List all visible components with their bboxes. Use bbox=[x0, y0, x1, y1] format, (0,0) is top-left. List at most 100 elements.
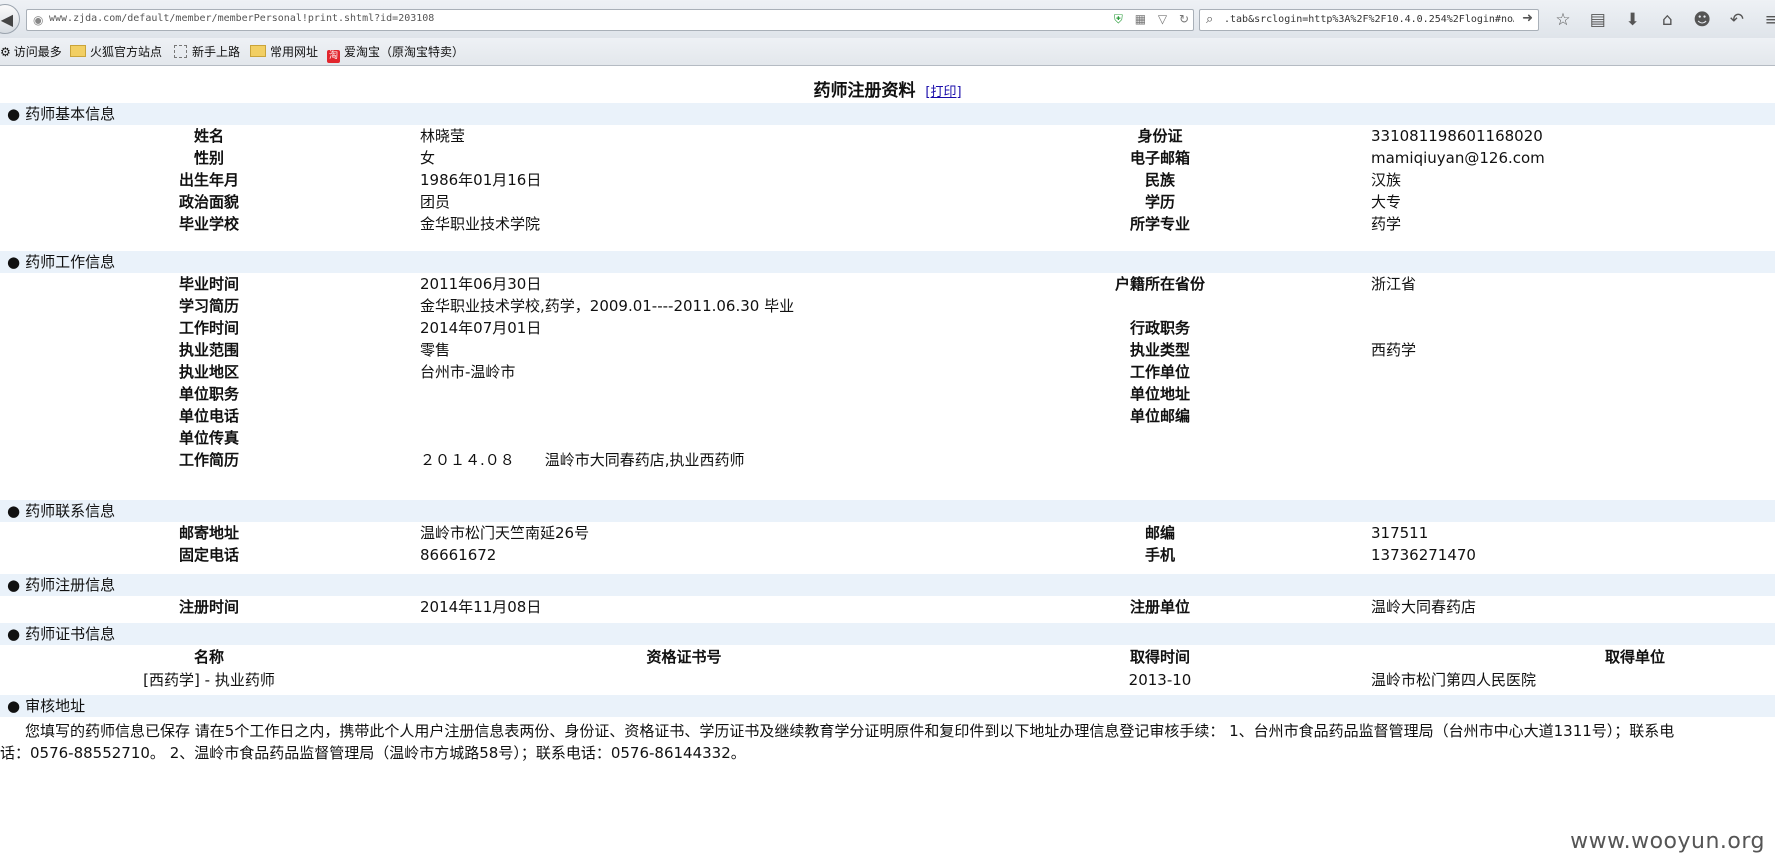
section-contact-info: ● 药师联系信息 bbox=[0, 500, 1775, 522]
field-label: 出生年月 bbox=[178, 171, 239, 189]
cert-issuer: 温岭市松门第四人民医院 bbox=[1371, 671, 1537, 689]
contact-row: 邮寄地址 温岭市松门天竺南延26号 邮编 317511 bbox=[0, 522, 1775, 544]
field-label: 电子邮箱 bbox=[1129, 149, 1190, 167]
bookmark-aitaobao[interactable]: 淘爱淘宝（原淘宝特卖） bbox=[327, 43, 464, 63]
basic-row: 姓名 林晓莹 身份证 331081198601168020 bbox=[0, 125, 1775, 147]
search-bar[interactable]: ⌕ .tab&srclogin=http%3A%2F%2F10.4.0.254%… bbox=[1199, 9, 1539, 31]
field-label: 工作时间 bbox=[178, 319, 239, 337]
section-certificate-info: ● 药师证书信息 bbox=[0, 623, 1775, 645]
field-value: 86661672 bbox=[420, 546, 497, 564]
field-value: 零售 bbox=[420, 341, 451, 359]
field-label: 毕业时间 bbox=[178, 275, 239, 293]
field-label: 手机 bbox=[1144, 546, 1175, 564]
field-label: 行政职务 bbox=[1129, 319, 1190, 337]
bookmarks-list-icon[interactable]: ▤ bbox=[1583, 8, 1613, 32]
page-title: 药师注册资料 [打印] bbox=[813, 81, 962, 101]
work-row: 学习简历 金华职业技术学校,药学，2009.01----2011.06.30 毕业 bbox=[0, 295, 1775, 317]
basic-row: 出生年月 1986年01月16日 民族 汉族 bbox=[0, 169, 1775, 191]
field-label: 注册时间 bbox=[178, 598, 239, 616]
certificate-row: [西药学] - 执业药师 2013-10 温岭市松门第四人民医院 bbox=[0, 669, 1775, 691]
field-label: 所学专业 bbox=[1129, 215, 1190, 233]
watermark: www.wooyun.org bbox=[1570, 829, 1765, 854]
field-label: 学习简历 bbox=[178, 297, 239, 315]
field-label: 单位邮编 bbox=[1129, 407, 1190, 425]
cert-header-number: 资格证书号 bbox=[646, 648, 722, 666]
bookmark-firefox-site[interactable]: 火狐官方站点 bbox=[70, 43, 162, 60]
field-label: 邮寄地址 bbox=[178, 524, 239, 542]
back-arrow-icon[interactable]: ◀ bbox=[0, 4, 20, 34]
cert-date: 2013-10 bbox=[1128, 671, 1192, 689]
field-value: 台州市-温岭市 bbox=[420, 363, 516, 381]
bookmark-most-visited[interactable]: ⚙ 访问最多 bbox=[0, 43, 62, 60]
work-row: 工作简历 ２０１４.０８ 温岭市大同春药店,执业西药师 bbox=[0, 449, 1775, 471]
field-value: 温岭大同春药店 bbox=[1371, 598, 1477, 616]
field-value: 317511 bbox=[1371, 524, 1429, 542]
field-value: 团员 bbox=[420, 193, 451, 211]
field-value: 金华职业技术学院 bbox=[420, 215, 541, 233]
print-link[interactable]: [打印] bbox=[925, 85, 961, 100]
section-work-info: ● 药师工作信息 bbox=[0, 251, 1775, 273]
field-label: 工作单位 bbox=[1129, 363, 1190, 381]
bookmark-star-icon[interactable]: ☆ bbox=[1548, 8, 1578, 32]
section-basic-info: ● 药师基本信息 bbox=[0, 103, 1775, 125]
field-value: 金华职业技术学校,药学，2009.01----2011.06.30 毕业 bbox=[420, 297, 795, 315]
work-row: 单位电话 单位邮编 bbox=[0, 405, 1775, 427]
basic-row: 性别 女 电子邮箱 mamiqiuyan@126.com bbox=[0, 147, 1775, 169]
bookmark-getting-started[interactable]: 新手上路 bbox=[174, 43, 240, 60]
field-label: 执业范围 bbox=[178, 341, 239, 359]
bookmark-common-sites[interactable]: 常用网址 bbox=[250, 43, 318, 60]
field-value: 温岭市松门天竺南延26号 bbox=[420, 524, 590, 542]
qr-code-icon[interactable]: ▦ bbox=[1135, 12, 1146, 26]
toolbar-icons: ☆ ▤ ⬇ ⌂ ☻ ↶ ≡ bbox=[1548, 8, 1775, 32]
cert-header-issuer: 取得单位 bbox=[1604, 648, 1665, 666]
field-value: 2014年11月08日 bbox=[420, 598, 542, 616]
field-label: 民族 bbox=[1144, 171, 1175, 189]
field-label: 注册单位 bbox=[1129, 598, 1190, 616]
work-row: 毕业时间 2011年06月30日 户籍所在省份 浙江省 bbox=[0, 273, 1775, 295]
field-label: 工作简历 bbox=[178, 451, 239, 469]
chat-icon[interactable]: ☻ bbox=[1687, 8, 1717, 32]
field-label: 姓名 bbox=[193, 127, 224, 145]
field-label: 政治面貌 bbox=[178, 193, 239, 211]
gear-icon: ⚙ bbox=[0, 45, 11, 59]
cert-header-date: 取得时间 bbox=[1129, 648, 1190, 666]
field-label: 固定电话 bbox=[178, 546, 239, 564]
field-label: 毕业学校 bbox=[178, 215, 239, 233]
taobao-icon: 淘 bbox=[327, 50, 340, 63]
field-value: ２０１４.０８ 温岭市大同春药店,执业西药师 bbox=[420, 451, 745, 469]
basic-row: 毕业学校 金华职业技术学院 所学专业 药学 bbox=[0, 213, 1775, 235]
field-label: 身份证 bbox=[1137, 127, 1183, 145]
field-value: 331081198601168020 bbox=[1371, 127, 1543, 145]
field-label: 单位职务 bbox=[178, 385, 239, 403]
reload-icon[interactable]: ↻ bbox=[1179, 12, 1189, 26]
address-bar[interactable]: ◉ www.zjda.com/default/member/memberPers… bbox=[26, 9, 1194, 31]
download-icon[interactable]: ⬇ bbox=[1618, 8, 1648, 32]
shield-icon[interactable]: ⛨ bbox=[1114, 12, 1123, 26]
browser-navigation-bar: ◀ ◉ www.zjda.com/default/member/memberPe… bbox=[0, 0, 1775, 39]
undo-icon[interactable]: ↶ bbox=[1722, 8, 1752, 32]
work-row: 单位职务 单位地址 bbox=[0, 383, 1775, 405]
address-text[interactable]: www.zjda.com/default/member/memberPerson… bbox=[49, 13, 434, 24]
contact-row: 固定电话 86661672 手机 13736271470 bbox=[0, 544, 1775, 566]
menu-icon[interactable]: ≡ bbox=[1757, 8, 1775, 32]
field-label: 单位地址 bbox=[1129, 385, 1190, 403]
field-value: 西药学 bbox=[1371, 341, 1417, 359]
work-row: 单位传真 bbox=[0, 427, 1775, 449]
field-label: 执业类型 bbox=[1129, 341, 1190, 359]
search-go-icon[interactable]: ➜ bbox=[1522, 11, 1533, 26]
certificate-header-row: 名称 资格证书号 取得时间 取得单位 bbox=[0, 646, 1775, 668]
field-value: 大专 bbox=[1371, 193, 1402, 211]
field-value: 2011年06月30日 bbox=[420, 275, 542, 293]
search-text[interactable]: .tab&srclogin=http%3A%2F%2F10.4.0.254%2F… bbox=[1224, 14, 1514, 25]
audit-note-line-2: 话：0576-88552710。 2、温岭市食品药品监督管理局（温岭市方城路58… bbox=[0, 744, 746, 762]
globe-icon: ◉ bbox=[33, 13, 44, 27]
page-icon bbox=[174, 45, 187, 58]
dropdown-icon[interactable]: ▽ bbox=[1158, 12, 1167, 26]
field-value: 1986年01月16日 bbox=[420, 171, 542, 189]
search-icon: ⌕ bbox=[1206, 12, 1214, 27]
folder-icon bbox=[250, 45, 266, 57]
work-row: 执业地区 台州市-温岭市 工作单位 bbox=[0, 361, 1775, 383]
folder-icon bbox=[70, 45, 86, 57]
home-icon[interactable]: ⌂ bbox=[1652, 8, 1682, 32]
field-label: 执业地区 bbox=[178, 363, 239, 381]
